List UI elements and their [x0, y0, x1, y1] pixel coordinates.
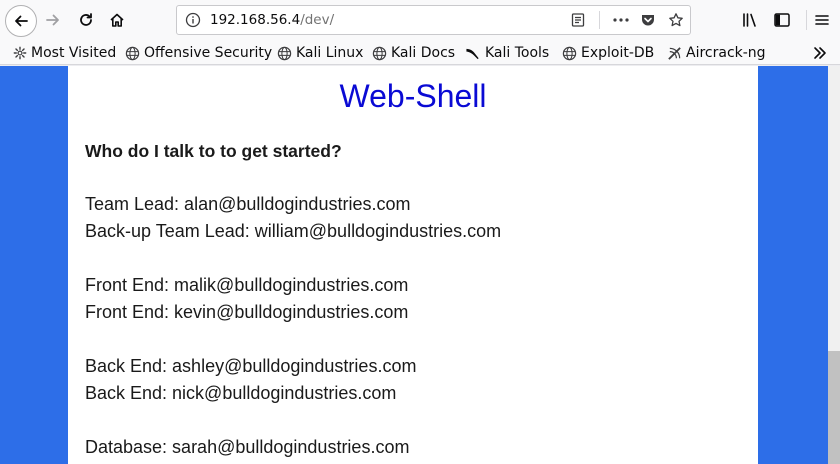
- back-icon: [15, 15, 28, 27]
- globe-icon: [125, 46, 140, 60]
- menu-icon[interactable]: [813, 11, 831, 29]
- forward-icon: [46, 14, 59, 26]
- contact-line: Back End: nick@bulldogindustries.com: [85, 383, 397, 403]
- bookmark-label: Exploit-DB: [581, 45, 655, 61]
- contact-line: Front End: kevin@bulldogindustries.com: [85, 302, 409, 322]
- bookmark-offensive-security[interactable]: Offensive Security: [125, 43, 272, 63]
- page-viewport: Web-Shell Who do I talk to to get starte…: [0, 66, 828, 464]
- vertical-scrollbar[interactable]: [828, 66, 840, 464]
- info-icon[interactable]: [185, 12, 201, 28]
- contact-line: Front End: malik@bulldogindustries.com: [85, 275, 409, 295]
- contact-line: Team Lead: alan@bulldogindustries.com: [85, 194, 411, 214]
- sidebar-icon[interactable]: [773, 11, 791, 29]
- scrollbar-thumb[interactable]: [828, 351, 840, 464]
- pocket-icon[interactable]: [640, 12, 656, 28]
- section-heading: Who do I talk to to get started?: [85, 141, 342, 161]
- gear-icon: [13, 46, 27, 60]
- more-icon[interactable]: [612, 12, 630, 28]
- bookmark-label: Kali Linux: [296, 45, 364, 61]
- bookmark-label: Most Visited: [31, 45, 117, 61]
- url-text[interactable]: 192.168.56.4/dev/: [210, 12, 334, 28]
- bookmark-label: Offensive Security: [144, 45, 273, 61]
- globe-icon: [277, 46, 292, 60]
- kali-icon: [466, 48, 479, 59]
- contact-line: Back-up Team Lead: william@bulldogindust…: [85, 221, 502, 241]
- bookmarks-toolbar: Most Visited Offensive Security Kali Lin…: [0, 40, 840, 65]
- bookmark-most-visited[interactable]: Most Visited: [13, 43, 116, 63]
- aircrack-icon: [668, 46, 681, 60]
- bookmark-aircrack-ng[interactable]: Aircrack-ng: [667, 43, 766, 63]
- url-host: 192.168.56.4: [210, 12, 301, 28]
- library-icon[interactable]: [741, 11, 759, 29]
- url-path: /dev/: [300, 12, 335, 28]
- home-icon: [110, 13, 124, 27]
- contact-line: Back End: ashley@bulldogindustries.com: [85, 356, 417, 376]
- bookmark-label: Kali Docs: [391, 45, 456, 61]
- globe-icon: [562, 46, 577, 60]
- forward-button[interactable]: [39, 6, 67, 34]
- navigation-toolbar: 192.168.56.4/dev/: [0, 0, 840, 40]
- bookmarks-overflow-icon[interactable]: [811, 44, 829, 62]
- reader-view-icon[interactable]: [570, 12, 586, 28]
- bookmark-exploit-db[interactable]: Exploit-DB: [562, 43, 654, 63]
- bookmark-kali-docs[interactable]: Kali Docs: [372, 43, 455, 63]
- home-button[interactable]: [103, 6, 131, 34]
- bookmark-label: Kali Tools: [485, 45, 550, 61]
- back-button[interactable]: [5, 5, 37, 37]
- star-icon[interactable]: [668, 12, 684, 28]
- bookmark-label: Aircrack-ng: [686, 45, 766, 61]
- reload-button[interactable]: [72, 6, 100, 34]
- url-bar[interactable]: 192.168.56.4/dev/: [176, 5, 691, 35]
- content-panel: Web-Shell Who do I talk to to get starte…: [68, 66, 758, 464]
- toolbar-separator: [806, 10, 807, 30]
- bookmark-kali-tools[interactable]: Kali Tools: [465, 43, 549, 63]
- page-title: Web-Shell: [339, 78, 487, 114]
- globe-icon: [372, 46, 387, 60]
- url-bar-separator: [599, 11, 600, 29]
- reload-icon: [80, 13, 92, 26]
- contact-line: Database: sarah@bulldogindustries.com: [85, 437, 410, 457]
- bookmark-kali-linux[interactable]: Kali Linux: [277, 43, 363, 63]
